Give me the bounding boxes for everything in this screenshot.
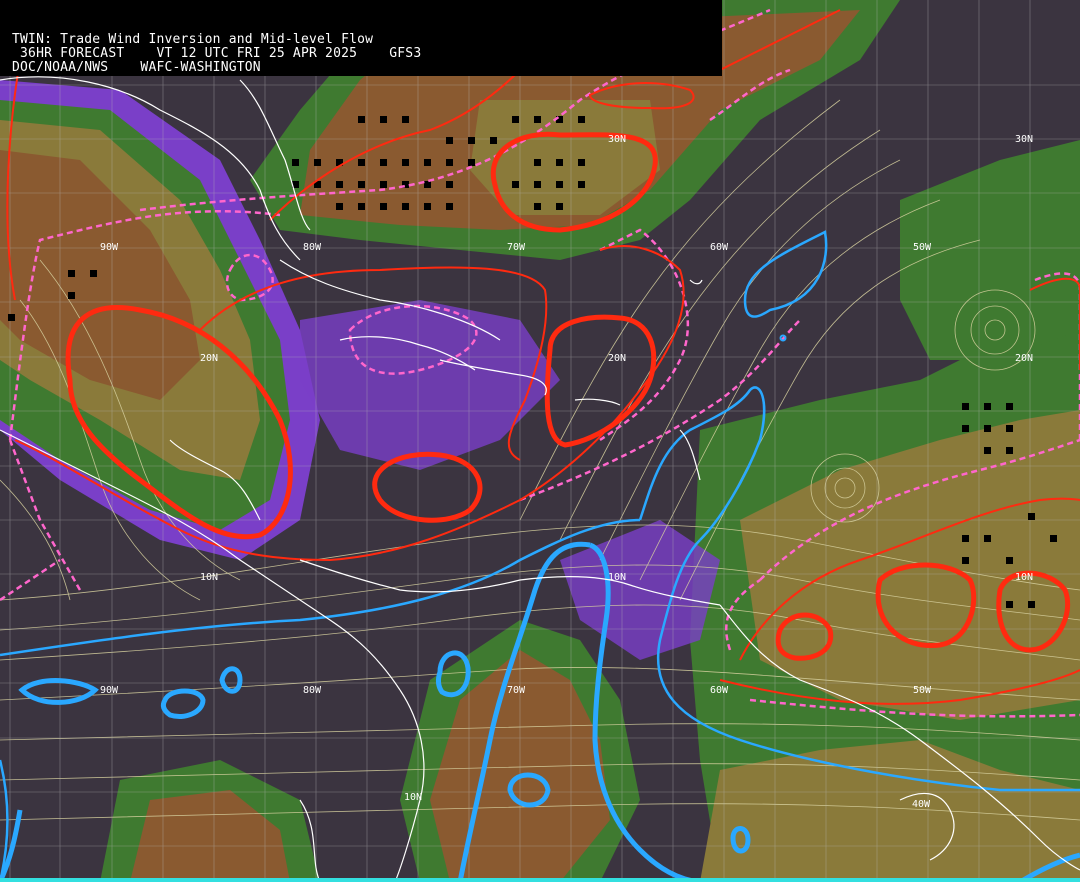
lon-label: 50W [913,242,932,253]
header-title: TWIN: Trade Wind Inversion and Mid-level… [12,32,374,47]
header-agency-line: DOC/NOAA/NWS WAFC-WASHINGTON [12,60,261,75]
lat-label: 30N [1015,134,1034,145]
lon-label: 90W [100,685,119,696]
lat-label: 20N [608,353,627,364]
lon-label: 50W [913,685,932,696]
lat-label: 10N [1015,572,1034,583]
lat-label: 20N [1015,353,1034,364]
lat-label: 30N [608,134,627,145]
lat-label: 10N [404,792,423,803]
lon-label: 80W [303,242,322,253]
lat-label: 20N [200,353,219,364]
lon-label: 40W [912,799,931,810]
lon-label: 60W [710,242,729,253]
forecast-map [0,0,1080,882]
lon-label: 80W [303,685,322,696]
lon-label: 60W [710,685,729,696]
header-box: TWIN: Trade Wind Inversion and Mid-level… [0,0,722,76]
lat-label: 10N [608,572,627,583]
header-forecast-line: 36HR FORECAST VT 12 UTC FRI 25 APR 2025 … [12,46,422,61]
lon-label: 90W [100,242,119,253]
bottom-border-bar [0,878,1080,882]
lon-label: 70W [507,685,526,696]
lat-label: 10N [200,572,219,583]
lon-label: 70W [507,242,526,253]
